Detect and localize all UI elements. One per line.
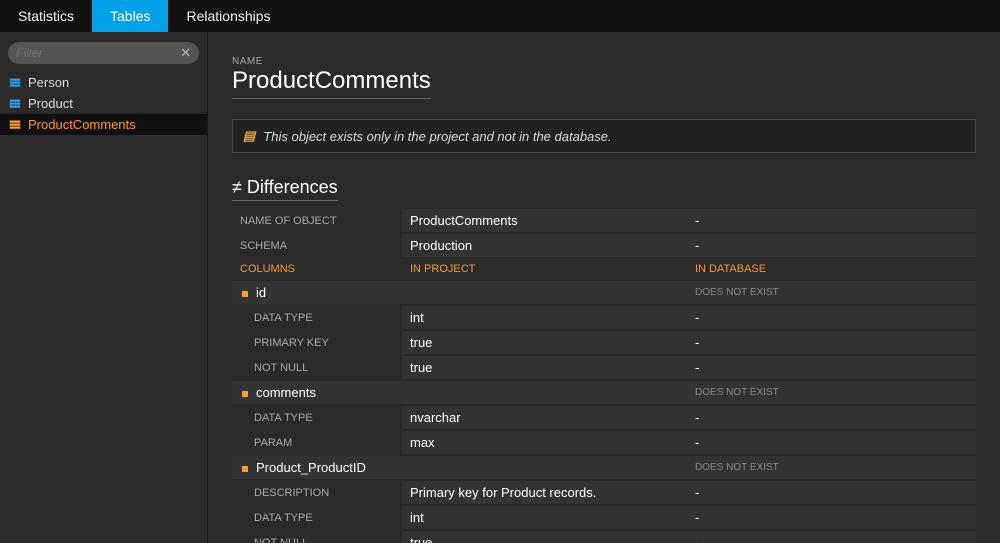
empty	[402, 280, 687, 305]
filter-box: ✕	[8, 42, 199, 64]
differences-table: NAME OF OBJECTProductComments-SCHEMAProd…	[232, 209, 976, 543]
meta-label: SCHEMA	[232, 233, 402, 258]
info-icon: ▤	[243, 128, 255, 144]
filter-clear-icon[interactable]: ✕	[180, 45, 191, 61]
prop-db: -	[687, 330, 976, 355]
empty	[402, 380, 687, 405]
prop-project: true	[402, 330, 687, 355]
table-icon	[8, 98, 22, 110]
columns-header: COLUMNS	[232, 258, 402, 280]
object-title: ProductComments	[232, 67, 431, 99]
prop-project: nvarchar	[402, 405, 687, 430]
top-tabs: Statistics Tables Relationships	[0, 0, 1000, 32]
meta-project: Production	[402, 233, 687, 258]
meta-db: -	[687, 233, 976, 258]
column-db-note: DOES NOT EXIST	[687, 380, 976, 405]
prop-db: -	[687, 305, 976, 330]
prop-db: -	[687, 355, 976, 380]
sidebar-item-label: ProductComments	[28, 117, 136, 132]
table-icon	[8, 77, 22, 89]
filter-input[interactable]	[16, 46, 180, 60]
prop-db: -	[687, 480, 976, 505]
column-name: Product_ProductID	[232, 455, 402, 480]
table-icon	[8, 119, 22, 131]
prop-label: NOT NULL	[232, 530, 402, 543]
sidebar-item-label: Person	[28, 75, 69, 90]
tab-relationships[interactable]: Relationships	[168, 0, 288, 32]
name-label: NAME	[232, 56, 976, 67]
sidebar-item-person[interactable]: Person	[0, 72, 207, 93]
column-name: id	[232, 280, 402, 305]
tab-statistics[interactable]: Statistics	[0, 0, 92, 32]
notice-text: This object exists only in the project a…	[263, 129, 611, 144]
meta-label: NAME OF OBJECT	[232, 209, 402, 233]
meta-project: ProductComments	[402, 209, 687, 233]
prop-label: DESCRIPTION	[232, 480, 402, 505]
empty	[402, 455, 687, 480]
sidebar: ✕ Person Product ProductComments	[0, 32, 208, 543]
column-db-note: DOES NOT EXIST	[687, 280, 976, 305]
prop-label: DATA TYPE	[232, 305, 402, 330]
prop-label: PRIMARY KEY	[232, 330, 402, 355]
prop-db: -	[687, 405, 976, 430]
prop-project: int	[402, 305, 687, 330]
prop-db: -	[687, 530, 976, 543]
prop-project: true	[402, 530, 687, 543]
inproject-header: IN PROJECT	[402, 258, 687, 280]
info-notice: ▤ This object exists only in the project…	[232, 119, 976, 153]
prop-label: PARAM	[232, 430, 402, 455]
content-pane: NAME ProductComments ▤ This object exist…	[208, 32, 1000, 543]
sidebar-item-label: Product	[28, 96, 73, 111]
sidebar-item-product[interactable]: Product	[0, 93, 207, 114]
prop-label: DATA TYPE	[232, 405, 402, 430]
column-db-note: DOES NOT EXIST	[687, 455, 976, 480]
differences-heading: Differences	[232, 177, 338, 201]
prop-project: max	[402, 430, 687, 455]
prop-db: -	[687, 430, 976, 455]
prop-label: DATA TYPE	[232, 505, 402, 530]
sidebar-item-productcomments[interactable]: ProductComments	[0, 114, 207, 135]
column-name: comments	[232, 380, 402, 405]
tab-tables[interactable]: Tables	[92, 0, 168, 32]
prop-project: true	[402, 355, 687, 380]
prop-label: NOT NULL	[232, 355, 402, 380]
prop-project: int	[402, 505, 687, 530]
prop-db: -	[687, 505, 976, 530]
meta-db: -	[687, 209, 976, 233]
indatabase-header: IN DATABASE	[687, 258, 976, 280]
prop-project: Primary key for Product records.	[402, 480, 687, 505]
